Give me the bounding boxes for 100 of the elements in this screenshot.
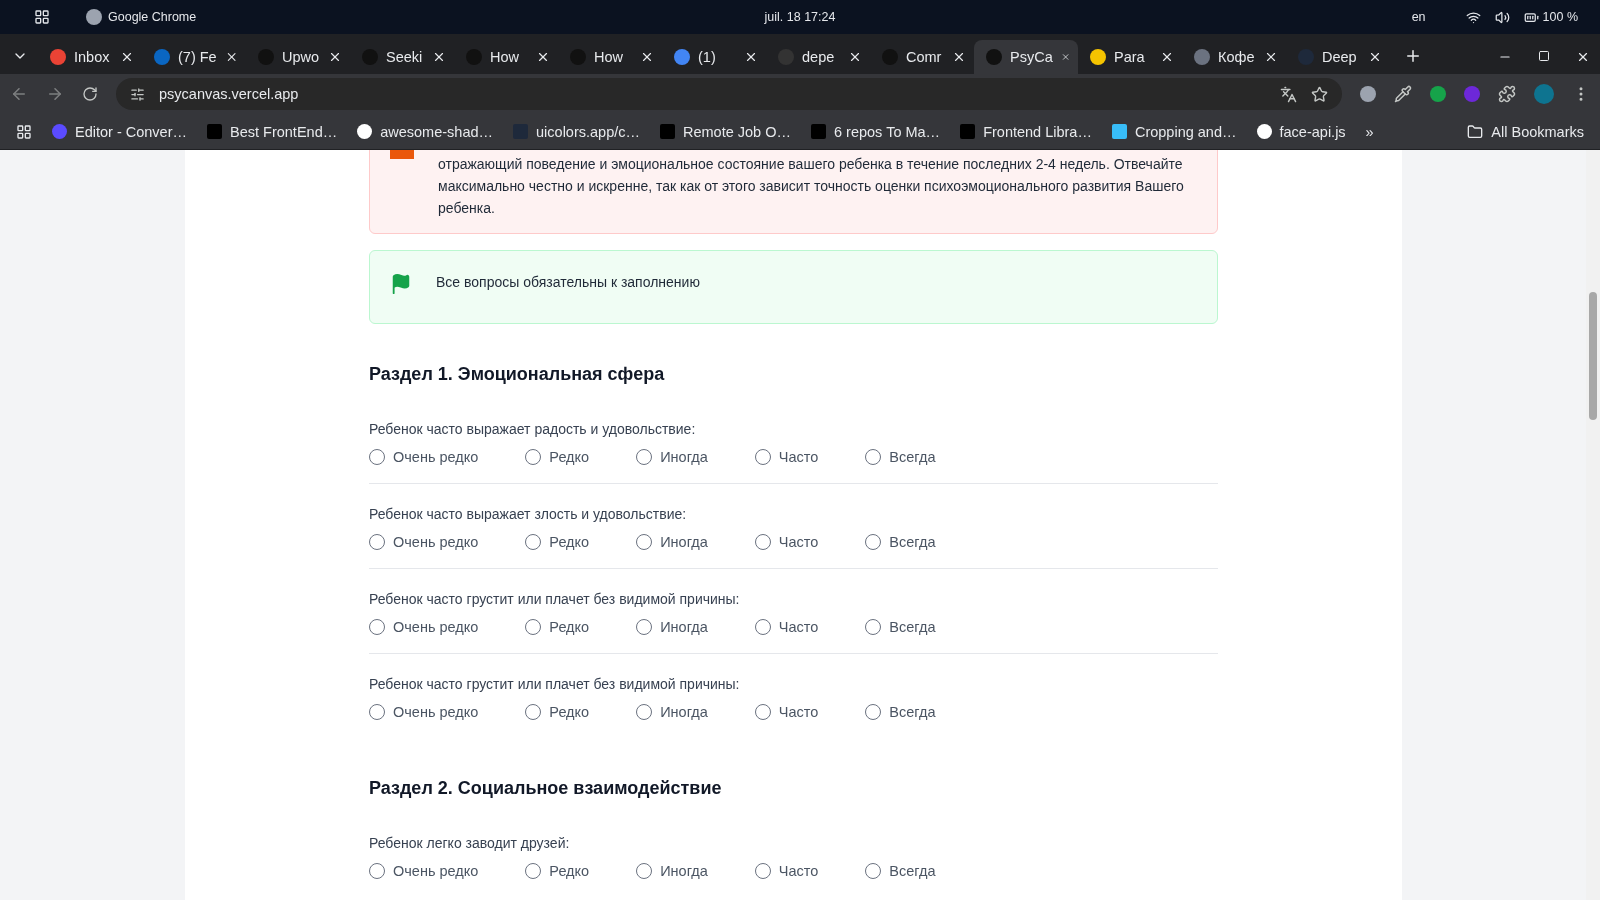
radio-option[interactable]: Часто bbox=[754, 449, 819, 465]
all-bookmarks[interactable]: All Bookmarks bbox=[1467, 123, 1584, 140]
close-icon[interactable] bbox=[744, 50, 758, 64]
address-bar[interactable]: psycanvas.vercel.app bbox=[116, 78, 1342, 110]
question-text: Ребенок легко заводит друзей: bbox=[369, 835, 571, 851]
radio-option[interactable]: Очень редко bbox=[369, 863, 479, 879]
browser-tab[interactable]: How bbox=[454, 40, 558, 74]
extension-icon[interactable] bbox=[1430, 86, 1446, 102]
section-heading: Раздел 2. Социальное взаимодействие bbox=[369, 778, 723, 799]
radio-option[interactable]: Иногда bbox=[636, 704, 708, 720]
browser-tab[interactable]: Upwo bbox=[246, 40, 350, 74]
bookmark[interactable]: 6 repos To Ma… bbox=[811, 123, 941, 140]
close-icon[interactable] bbox=[952, 50, 966, 64]
radio-option[interactable]: Редко bbox=[525, 863, 590, 879]
radio-option[interactable]: Иногда bbox=[636, 534, 708, 550]
extensions-icon[interactable] bbox=[1498, 85, 1516, 103]
radio-option[interactable]: Часто bbox=[754, 619, 819, 635]
profile-avatar[interactable] bbox=[1534, 84, 1554, 104]
volume-icon[interactable] bbox=[1494, 9, 1510, 25]
bookmark[interactable]: Frontend Libra… bbox=[960, 123, 1092, 140]
bookmark-icon bbox=[960, 124, 976, 139]
radio-option[interactable]: Всегда bbox=[865, 863, 936, 879]
app-name: Google Chrome bbox=[108, 10, 197, 24]
bookmark-icon bbox=[1111, 124, 1127, 139]
new-tab-icon[interactable] bbox=[1404, 47, 1422, 65]
radio-option[interactable]: Всегда bbox=[865, 534, 936, 550]
radio-option[interactable]: Часто bbox=[754, 704, 819, 720]
eyedropper-icon[interactable] bbox=[1394, 85, 1412, 103]
folder-icon bbox=[1467, 123, 1484, 140]
bookmark[interactable]: awesome-shad… bbox=[357, 123, 494, 140]
radio-option[interactable]: Редко bbox=[525, 619, 590, 635]
site-icon bbox=[154, 49, 170, 65]
question-text: Ребенок часто выражает радость и удовольствие: bbox=[369, 421, 697, 437]
extension-icon[interactable] bbox=[1360, 86, 1376, 102]
info-text: отражающий поведение и эмоциональное состояние вашего ребенка в течение последних 2-4 недель. Отвечайте максимально честно и искренне, так как от этого зависит точность оценки психоэмоционального развития Вашего ребенка. bbox=[438, 155, 1185, 218]
radio-option[interactable]: Редко bbox=[525, 449, 590, 465]
back-icon[interactable] bbox=[10, 85, 28, 103]
bookmark[interactable]: face-api.js bbox=[1256, 123, 1346, 140]
browser-tab[interactable]: depe bbox=[766, 40, 870, 74]
close-icon[interactable] bbox=[1160, 50, 1174, 64]
bookmark[interactable]: Remote Job O… bbox=[660, 123, 791, 140]
site-icon bbox=[1194, 49, 1210, 65]
bookmark[interactable]: uicolors.app/c… bbox=[513, 123, 640, 140]
bookmark-icon bbox=[207, 124, 222, 139]
close-icon[interactable] bbox=[1264, 50, 1278, 64]
forward-icon[interactable] bbox=[46, 85, 64, 103]
browser-tab[interactable]: How bbox=[558, 40, 662, 74]
bookmark[interactable]: Cropping and… bbox=[1111, 123, 1237, 140]
bookmark-icon bbox=[1256, 124, 1272, 139]
site-icon bbox=[674, 49, 690, 65]
translate-icon[interactable] bbox=[1280, 85, 1297, 103]
radio-option[interactable]: Очень редко bbox=[369, 449, 479, 465]
close-icon[interactable] bbox=[120, 50, 134, 64]
maximize-icon[interactable] bbox=[1538, 50, 1550, 62]
browser-tab[interactable]: Кофе bbox=[1182, 40, 1286, 74]
close-icon[interactable] bbox=[1576, 50, 1590, 64]
bookmark[interactable]: Editor - Conver… bbox=[52, 123, 187, 140]
close-icon[interactable] bbox=[536, 50, 550, 64]
radio-option[interactable]: Всегда bbox=[865, 619, 936, 635]
browser-tab[interactable]: (1) bbox=[662, 40, 766, 74]
radio-option[interactable]: Иногда bbox=[636, 449, 708, 465]
question-text: Ребенок часто грустит или плачет без видимой причины: bbox=[369, 676, 741, 692]
wifi-icon[interactable] bbox=[1465, 9, 1481, 25]
close-icon[interactable] bbox=[640, 50, 654, 64]
browser-tab[interactable]: Inbox bbox=[38, 40, 142, 74]
radio-option[interactable]: Всегда bbox=[865, 449, 936, 465]
browser-tab[interactable]: PsyCa bbox=[974, 40, 1078, 74]
radio-option[interactable]: Очень редко bbox=[369, 619, 479, 635]
language-indicator[interactable]: en bbox=[1411, 10, 1426, 24]
site-info-icon[interactable] bbox=[130, 86, 145, 102]
radio-option[interactable]: Очень редко bbox=[369, 704, 479, 720]
browser-tab[interactable]: Comr bbox=[870, 40, 974, 74]
apps-icon[interactable] bbox=[16, 123, 32, 140]
radio-option[interactable]: Редко bbox=[525, 534, 590, 550]
apps-grid-icon[interactable] bbox=[34, 9, 50, 25]
radio-option[interactable]: Редко bbox=[525, 704, 590, 720]
clock[interactable]: juil. 18 17:24 bbox=[764, 10, 836, 24]
bookmark-star-icon[interactable] bbox=[1311, 85, 1328, 103]
close-icon[interactable] bbox=[1368, 50, 1382, 64]
scrollbar[interactable] bbox=[1586, 150, 1600, 900]
site-icon bbox=[1298, 49, 1314, 65]
browser-tab[interactable]: (7) Fe bbox=[142, 40, 246, 74]
radio-option[interactable]: Часто bbox=[754, 863, 819, 879]
reload-icon[interactable] bbox=[82, 86, 98, 102]
close-icon[interactable] bbox=[328, 50, 342, 64]
close-icon[interactable] bbox=[432, 50, 446, 64]
radio-option[interactable]: Всегда bbox=[865, 704, 936, 720]
browser-tab[interactable]: Deep bbox=[1286, 40, 1390, 74]
radio-option[interactable]: Иногда bbox=[636, 863, 708, 879]
battery-level: 100 % bbox=[1542, 10, 1578, 24]
close-icon[interactable] bbox=[848, 50, 862, 64]
browser-tab[interactable]: Para bbox=[1078, 40, 1182, 74]
radio-option[interactable]: Очень редко bbox=[369, 534, 479, 550]
radio-option[interactable]: Иногда bbox=[636, 619, 708, 635]
bookmark[interactable]: Best FrontEnd… bbox=[207, 123, 338, 140]
notice-text: Все вопросы обязательны к заполнению bbox=[436, 273, 700, 292]
radio-option[interactable]: Часто bbox=[754, 534, 819, 550]
flag-icon bbox=[390, 273, 412, 295]
browser-tab[interactable]: Seeki bbox=[350, 40, 454, 74]
more-bookmarks[interactable]: » bbox=[1365, 123, 1374, 140]
